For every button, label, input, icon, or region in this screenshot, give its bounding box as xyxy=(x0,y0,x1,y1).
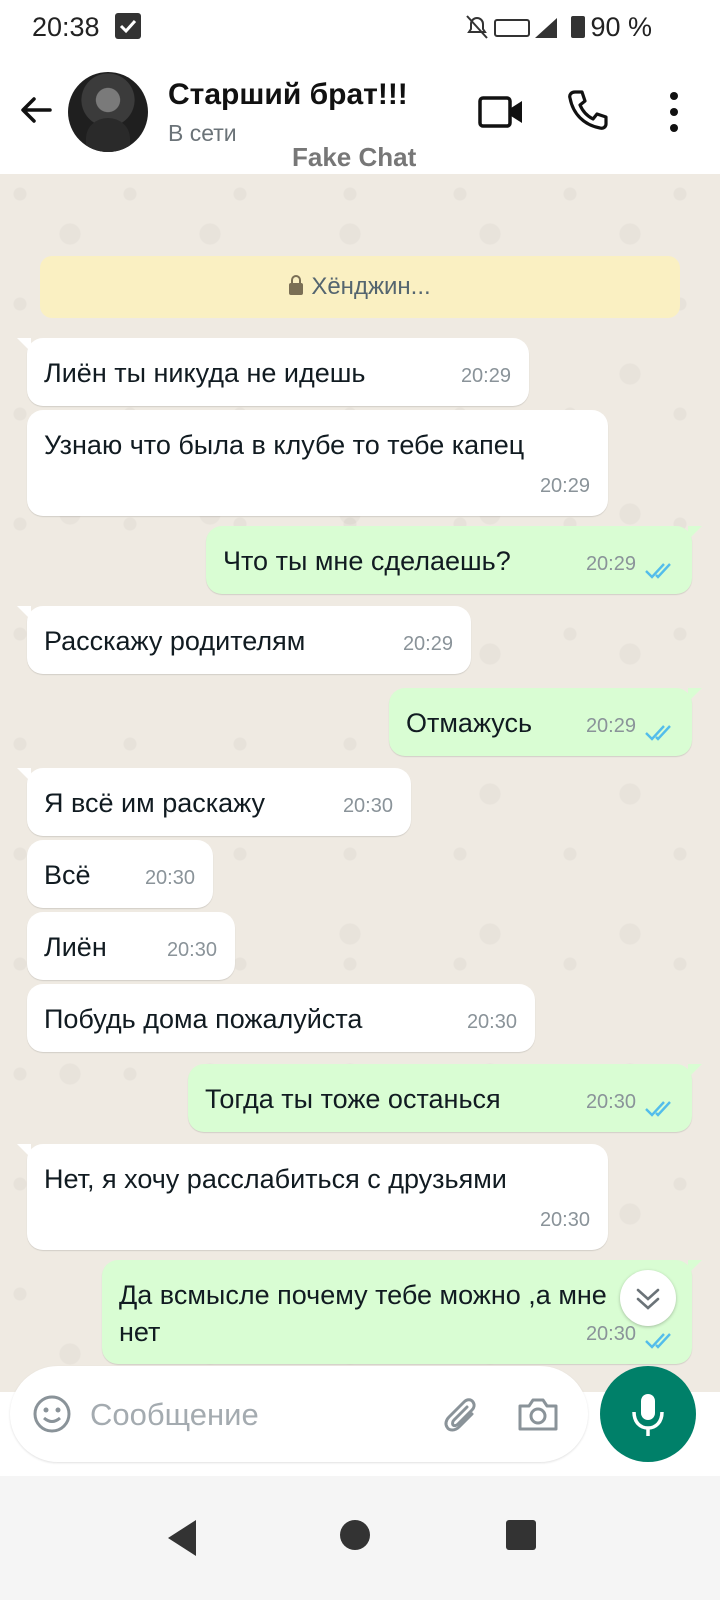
nav-recents-icon[interactable] xyxy=(506,1520,536,1550)
video-call-icon[interactable] xyxy=(478,92,524,132)
message-time: 20:30 xyxy=(166,939,217,961)
message-text: Нет, я хочу расслабиться с друзьями xyxy=(44,1164,507,1194)
nav-back-icon[interactable] xyxy=(168,1520,196,1556)
message-time: 20:29 xyxy=(539,475,590,497)
status-icons xyxy=(466,15,585,39)
double-check-icon xyxy=(645,1101,671,1117)
message-time: 20:29 xyxy=(402,633,453,655)
mic-icon xyxy=(632,1394,664,1436)
encryption-notice-text: Хёнджин... xyxy=(311,273,431,300)
message-composer xyxy=(10,1366,588,1462)
battery-percent: 90 % xyxy=(590,12,652,42)
message-bubble[interactable]: Отмажусь 20:29 xyxy=(389,688,702,756)
message-bubble[interactable]: Я всё им раскажу 20:30 xyxy=(17,768,411,836)
message-time: 20:29 xyxy=(585,715,636,737)
mic-button[interactable] xyxy=(600,1366,696,1462)
chat-header: Старший брат!!! В сети Fake Chat xyxy=(0,56,720,174)
message-bubble[interactable]: Лиён 20:30 xyxy=(27,912,235,980)
lock-icon xyxy=(289,275,304,295)
message-time: 20:30 xyxy=(539,1209,590,1231)
message-time: 20:30 xyxy=(342,795,393,817)
system-nav-bar xyxy=(0,1476,720,1600)
message-bubble[interactable]: Узнаю что была в клубе то тебе капец 20:… xyxy=(27,410,608,516)
message-input[interactable] xyxy=(88,1390,422,1440)
chevron-down-icon xyxy=(636,1288,660,1310)
encryption-notice[interactable]: Хёнджин... xyxy=(40,256,680,318)
message-bubble[interactable]: Да всмысле почему тебе можно ,а мне нет … xyxy=(102,1260,702,1364)
status-bar: 20:38 90 % xyxy=(0,0,720,56)
message-bubble[interactable]: Лиён ты никуда не идешь 20:29 xyxy=(17,338,529,406)
message-text: Узнаю что была в клубе то тебе капец xyxy=(44,430,525,460)
message-bubble[interactable]: Расскажу родителям 20:29 xyxy=(17,606,471,674)
notification-check-icon xyxy=(115,13,141,39)
attach-icon[interactable] xyxy=(442,1394,482,1438)
contact-name[interactable]: Старший брат!!! xyxy=(168,78,408,112)
message-time: 20:29 xyxy=(460,365,511,387)
message-text: Я всё им раскажу xyxy=(44,788,266,818)
message-bubble[interactable]: Тогда ты тоже останься 20:30 xyxy=(188,1064,702,1132)
scroll-down-button[interactable] xyxy=(620,1270,676,1326)
message-text: Побудь дома пожалуйста xyxy=(44,1004,363,1034)
chat-area[interactable]: Хёнджин... Лиён ты никуда не идешь 20:29… xyxy=(0,174,720,1392)
back-arrow-icon[interactable] xyxy=(16,90,56,130)
message-bubble[interactable]: Что ты мне сделаешь? 20:29 xyxy=(206,526,702,594)
message-bubble[interactable]: Всё 20:30 xyxy=(27,840,213,908)
camera-icon[interactable] xyxy=(516,1394,560,1434)
avatar[interactable] xyxy=(68,72,148,152)
message-time: 20:30 xyxy=(466,1011,517,1033)
double-check-icon xyxy=(645,563,671,579)
double-check-icon xyxy=(645,1333,671,1349)
contact-status: В сети xyxy=(168,120,237,146)
message-bubble[interactable]: Нет, я хочу расслабиться с друзьями 20:3… xyxy=(17,1144,608,1250)
more-vert-icon[interactable] xyxy=(660,90,688,134)
phone-icon[interactable] xyxy=(566,88,610,132)
message-bubble[interactable]: Побудь дома пожалуйста 20:30 xyxy=(27,984,535,1052)
emoji-icon[interactable] xyxy=(32,1394,72,1434)
message-text: Лиён ты никуда не идешь xyxy=(44,358,366,388)
message-text: Расскажу родителям xyxy=(44,626,306,656)
watermark: Fake Chat xyxy=(292,142,417,172)
status-time: 20:38 xyxy=(32,12,100,42)
message-time: 20:29 xyxy=(585,553,636,575)
double-check-icon xyxy=(645,725,671,741)
message-time: 20:30 xyxy=(585,1091,636,1113)
nav-home-icon[interactable] xyxy=(340,1520,370,1550)
message-time: 20:30 xyxy=(144,867,195,889)
message-text: Да всмысле почему тебе можно ,а мне нет xyxy=(119,1280,607,1347)
